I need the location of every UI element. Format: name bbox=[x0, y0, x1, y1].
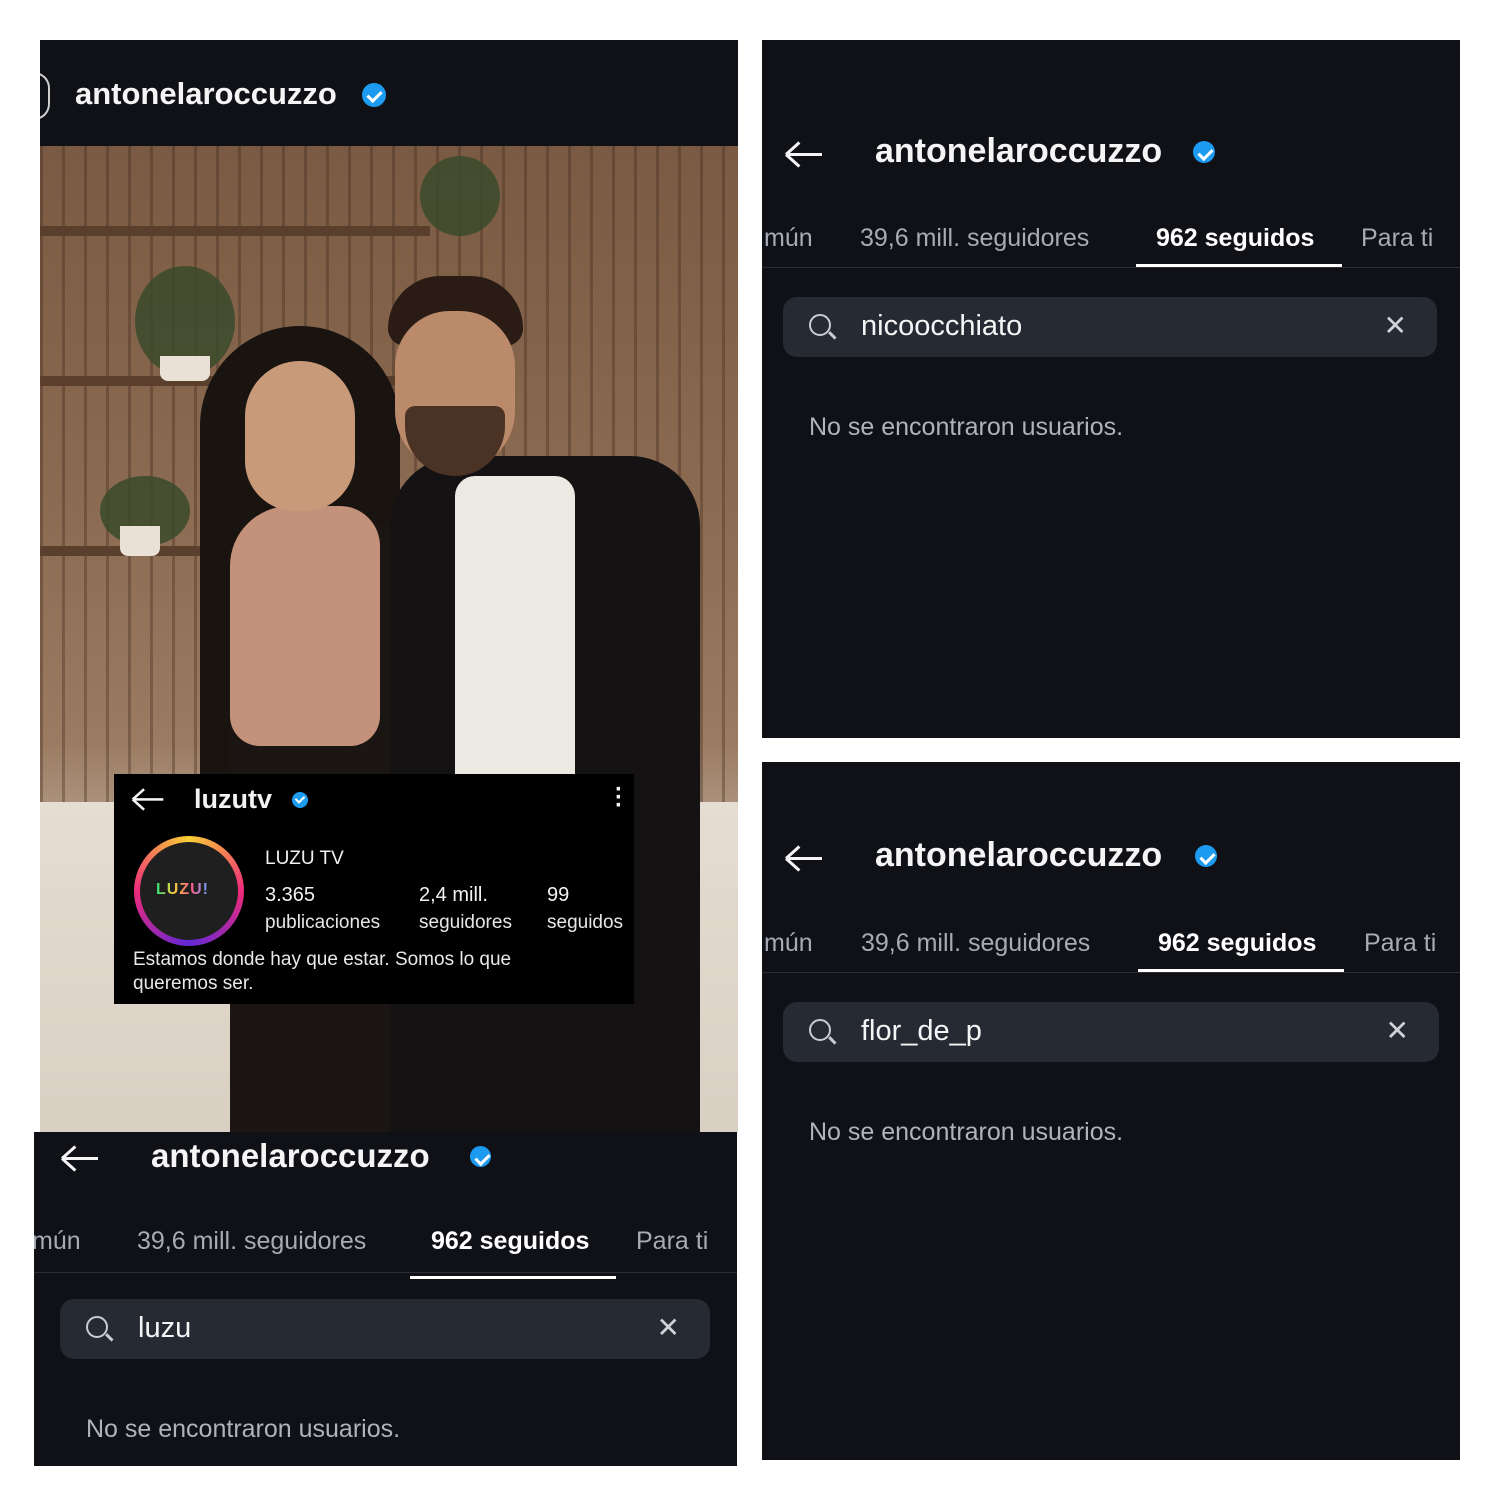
tab-followers[interactable]: 39,6 mill. seguidores bbox=[860, 224, 1089, 253]
following-panel-2: antonelaroccuzzo mún 39,6 mill. seguidor… bbox=[762, 762, 1460, 1460]
clear-icon[interactable]: ✕ bbox=[1384, 309, 1407, 342]
verified-badge-icon bbox=[292, 792, 308, 808]
search-input[interactable]: flor_de_p bbox=[861, 1015, 982, 1048]
active-tab-indicator bbox=[1136, 264, 1342, 267]
tab-for-you[interactable]: Para ti bbox=[636, 1227, 708, 1256]
tab-bar: mún 39,6 mill. seguidores 962 seguidos P… bbox=[762, 912, 1460, 973]
tab-followers[interactable]: 39,6 mill. seguidores bbox=[137, 1227, 366, 1256]
following-count[interactable]: 99 bbox=[547, 884, 569, 907]
verified-badge-icon bbox=[1193, 141, 1215, 163]
following-label[interactable]: seguidos bbox=[547, 912, 623, 934]
search-icon bbox=[809, 314, 831, 336]
back-arrow-icon[interactable] bbox=[784, 843, 824, 873]
verified-badge-icon bbox=[1195, 845, 1217, 867]
verified-badge-icon bbox=[470, 1146, 491, 1167]
active-tab-indicator bbox=[1138, 969, 1344, 972]
plant bbox=[420, 156, 500, 236]
empty-state-message: No se encontraron usuarios. bbox=[809, 413, 1124, 441]
active-tab-indicator bbox=[410, 1276, 616, 1279]
following-panel-3: antonelaroccuzzo mún 39,6 mill. seguidor… bbox=[34, 1132, 737, 1466]
followers-count[interactable]: 2,4 mill. bbox=[419, 884, 488, 907]
tab-common[interactable]: mún bbox=[764, 929, 813, 958]
search-icon bbox=[86, 1316, 108, 1338]
luzu-bio: Estamos donde hay que estar. Somos lo qu… bbox=[133, 949, 512, 994]
search-field[interactable]: luzu ✕ bbox=[60, 1299, 710, 1359]
pot bbox=[160, 356, 210, 381]
search-icon bbox=[809, 1019, 831, 1041]
posts-label: publicaciones bbox=[265, 912, 381, 933]
post-username[interactable]: antonelaroccuzzo bbox=[75, 76, 337, 112]
back-arrow-icon[interactable] bbox=[60, 1143, 100, 1173]
tab-common[interactable]: mún bbox=[764, 224, 813, 253]
profile-username: antonelaroccuzzo bbox=[875, 132, 1163, 170]
followers-label[interactable]: seguidores bbox=[419, 912, 512, 934]
avatar[interactable] bbox=[40, 72, 50, 120]
person-shoulder bbox=[230, 506, 380, 746]
empty-state-message: No se encontraron usuarios. bbox=[86, 1415, 401, 1443]
luzu-display-name: LUZU TV bbox=[265, 848, 344, 869]
back-arrow-icon[interactable] bbox=[131, 786, 165, 812]
luzu-logo: LUZU! bbox=[156, 881, 209, 898]
clear-icon[interactable]: ✕ bbox=[1386, 1014, 1409, 1047]
following-panel-1: antonelaroccuzzo mún 39,6 mill. seguidor… bbox=[762, 40, 1460, 738]
tab-bar: mún 39,6 mill. seguidores 962 seguidos P… bbox=[34, 1212, 737, 1279]
tab-bar: mún 39,6 mill. seguidores 962 seguidos P… bbox=[762, 207, 1460, 268]
luzutv-profile-card: luzutv · · · LUZU! LUZU TV 3.365 publicaci… bbox=[114, 774, 634, 1004]
person-face bbox=[245, 361, 355, 511]
clear-icon[interactable]: ✕ bbox=[657, 1311, 680, 1344]
tab-following[interactable]: 962 seguidos bbox=[1158, 929, 1316, 958]
search-field[interactable]: nicoocchiato ✕ bbox=[783, 297, 1437, 357]
tab-common[interactable]: mún bbox=[34, 1227, 81, 1256]
tab-for-you[interactable]: Para ti bbox=[1364, 929, 1436, 958]
profile-username: antonelaroccuzzo bbox=[151, 1137, 430, 1174]
empty-state-message: No se encontraron usuarios. bbox=[809, 1118, 1124, 1146]
tab-for-you[interactable]: Para ti bbox=[1361, 224, 1433, 253]
tab-followers[interactable]: 39,6 mill. seguidores bbox=[861, 929, 1090, 958]
search-field[interactable]: flor_de_p ✕ bbox=[783, 1002, 1439, 1062]
back-arrow-icon[interactable] bbox=[784, 139, 824, 169]
pot bbox=[120, 526, 160, 556]
verified-badge-icon bbox=[362, 83, 386, 107]
post-panel: antonelaroccuzzo bbox=[40, 40, 738, 146]
shelf bbox=[40, 226, 430, 236]
more-options-icon[interactable]: · · · bbox=[615, 778, 623, 818]
tab-following[interactable]: 962 seguidos bbox=[431, 1227, 589, 1256]
luzu-username: luzutv bbox=[194, 784, 272, 814]
posts-count: 3.365 bbox=[265, 884, 316, 906]
search-input[interactable]: nicoocchiato bbox=[861, 310, 1022, 343]
profile-username: antonelaroccuzzo bbox=[875, 836, 1163, 874]
tab-following[interactable]: 962 seguidos bbox=[1156, 224, 1314, 253]
search-input[interactable]: luzu bbox=[138, 1312, 191, 1345]
